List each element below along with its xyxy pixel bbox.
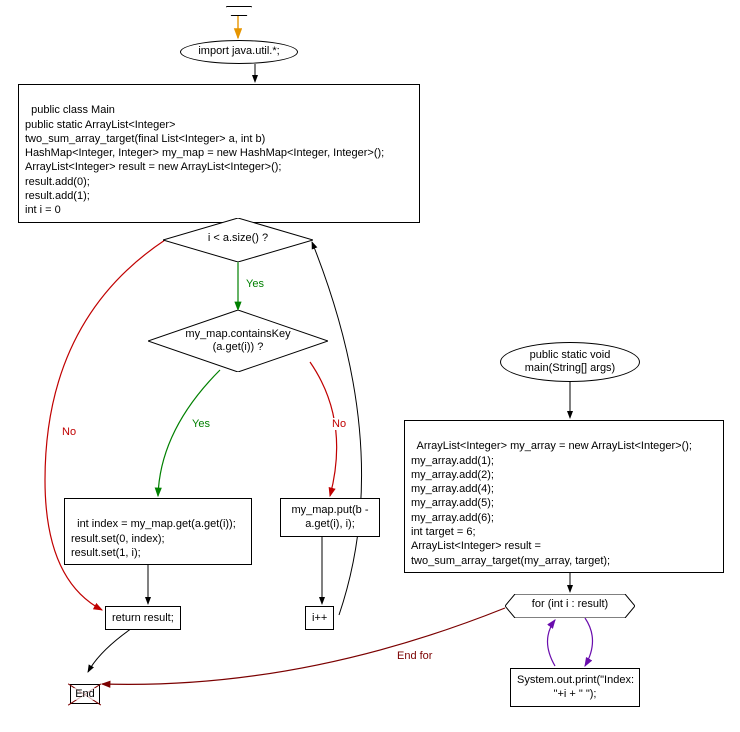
print-block: System.out.print("Index: "+i + " "); [510, 668, 640, 707]
print-l1: System.out.print("Index: [517, 674, 634, 686]
end-for-label: End for [395, 650, 434, 662]
cond2-label-2: (a.get(i)) ? [213, 341, 264, 353]
cond1-label: i < a.size() ? [208, 232, 268, 244]
class-text: public class Main public static ArrayLis… [25, 104, 384, 216]
main-block: ArrayList<Integer> my_array = new ArrayL… [404, 420, 724, 573]
cond1-diamond: i < a.size() ? [163, 218, 313, 262]
cond2-no-label: No [330, 418, 348, 430]
cond2-diamond: my_map.containsKey (a.get(i)) ? [148, 310, 328, 372]
set-text: int index = my_map.get(a.get(i)); result… [71, 518, 236, 559]
for-label: for (int i : result) [532, 598, 608, 610]
print-l2: "+i + " "); [554, 688, 597, 700]
return-block: return result; [105, 606, 181, 630]
set-block: int index = my_map.get(a.get(i)); result… [64, 498, 252, 565]
cond2-yes-label: Yes [190, 418, 212, 430]
put-block: my_map.put(b - a.get(i), i); [280, 498, 380, 537]
main-fn-l2: main(String[] args) [525, 362, 615, 374]
main-text: ArrayList<Integer> my_array = new ArrayL… [411, 440, 692, 566]
incr-text: i++ [312, 612, 327, 624]
put-text-1: my_map.put(b - [291, 504, 368, 516]
for-hex: for (int i : result) [505, 594, 635, 618]
import-label: import java.util.*; [198, 45, 279, 58]
return-text: return result; [112, 612, 174, 624]
main-fn-l1: public static void [530, 349, 611, 361]
main-fn-node: public static void main(String[] args) [500, 342, 640, 382]
end-text: End [74, 688, 96, 700]
start-node [226, 6, 252, 16]
cond1-yes-label: Yes [244, 278, 266, 290]
incr-block: i++ [305, 606, 334, 630]
class-block: public class Main public static ArrayLis… [18, 84, 420, 223]
import-node: import java.util.*; [180, 40, 298, 64]
cond1-no-label: No [60, 426, 78, 438]
put-text-2: a.get(i), i); [305, 518, 355, 530]
cond2-label-1: my_map.containsKey [185, 328, 290, 340]
end-node: End [70, 684, 100, 704]
